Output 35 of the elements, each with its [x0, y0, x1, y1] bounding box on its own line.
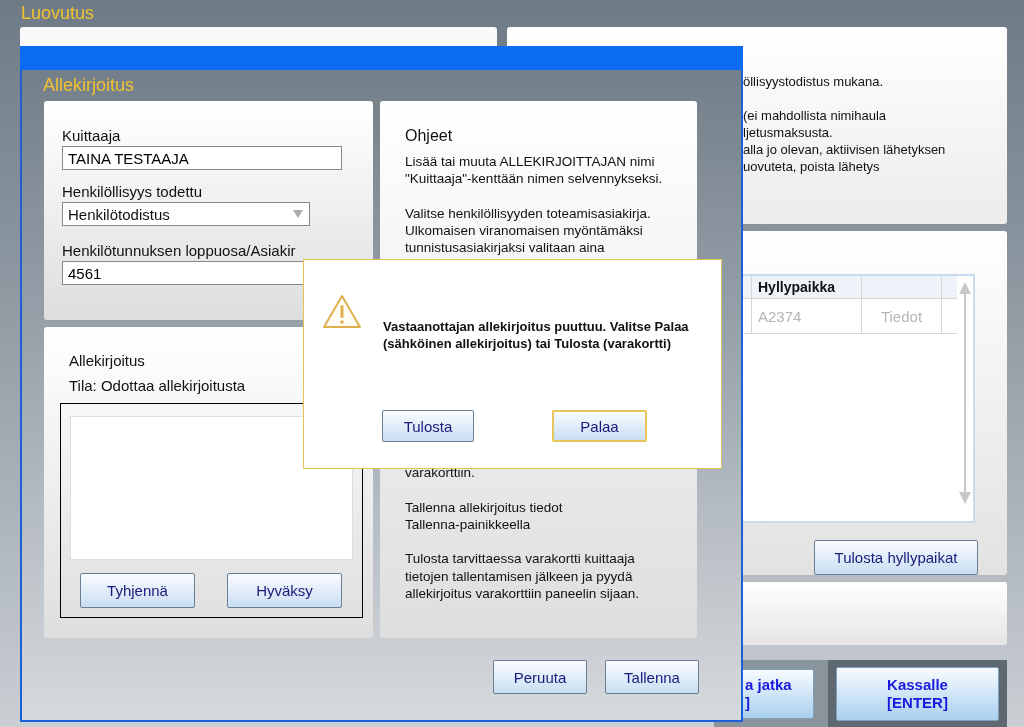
dialog-title: Allekirjoitus: [42, 74, 136, 97]
help-text: Tulosta tarvittaessa varakortti kuittaaja tietojen tallentamisen jälkeen ja pyydä allekirjoitus varakorttiin paneelin sijaan.: [405, 550, 641, 603]
signature-button[interactable]: Hyväksy: [227, 573, 342, 608]
help-text: Valitse henkilöllisyyden toteamisasiakirja. Ulkomaisen viranomaisen myöntämäksi tunnistusasiakirjaksi valitaan aina: [405, 204, 652, 257]
table-cell: A2374: [752, 299, 862, 333]
id-select[interactable]: Henkilötodistus: [62, 202, 310, 226]
info-text: öllisyystodistus mukana.: [743, 73, 885, 90]
page-title: Luovutus: [20, 2, 96, 25]
signature-title: Allekirjoitus: [68, 352, 146, 371]
signature-button[interactable]: Tyhjennä: [80, 573, 195, 608]
help-text: Tallenna allekirjoitus tiedot Tallenna-painikkeella: [405, 498, 564, 534]
info-text: ljetusmaksusta.: [743, 124, 834, 141]
table-cell: Tiedot: [862, 299, 942, 333]
alert-button[interactable]: Palaa: [552, 410, 647, 442]
alert-message: Vastaanottajan allekirjoitus puuttuu. Valitse Palaa (sähköinen allekirjoitus) tai Tulosta (varakortti): [383, 318, 690, 352]
field-label: Kuittaaja: [62, 127, 121, 146]
print-shelves-button[interactable]: Tulosta hyllypaikat: [814, 540, 978, 575]
dropdown-arrow-icon: [292, 209, 304, 219]
help-text: varakorttiin.: [405, 464, 476, 482]
field-label: Henkilöllisyys todettu: [62, 183, 203, 202]
dialog-button[interactable]: Tallenna: [605, 660, 699, 694]
signature-pad[interactable]: [70, 416, 353, 560]
signature-status: Tila: Odottaa allekirjoitusta: [68, 377, 247, 396]
column-header: Hyllypaikka: [752, 276, 862, 298]
field-label: Henkilötunnuksen loppuosa/Asiakir: [62, 242, 296, 261]
info-text: (ei mahdollista nimihaula: [743, 107, 888, 124]
help-text: Lisää tai muuta ALLEKIRJOITTAJAN nimi "Kuittaaja"-kenttään nimen selvennykseksi.: [405, 153, 664, 188]
help-title: Ohjeet: [405, 127, 454, 145]
input-field[interactable]: TAINA TESTAAJA: [62, 146, 342, 170]
alert-button[interactable]: Tulosta: [382, 410, 474, 442]
footer-button[interactable]: Kassalle [ENTER]: [836, 666, 999, 721]
info-text: uovuteta, poista lähetys: [743, 158, 881, 175]
dialog-button[interactable]: Peruuta: [493, 660, 587, 694]
info-text: alla jo olevan, aktiivisen lähetyksen: [743, 141, 947, 158]
warning-icon: [322, 294, 362, 330]
